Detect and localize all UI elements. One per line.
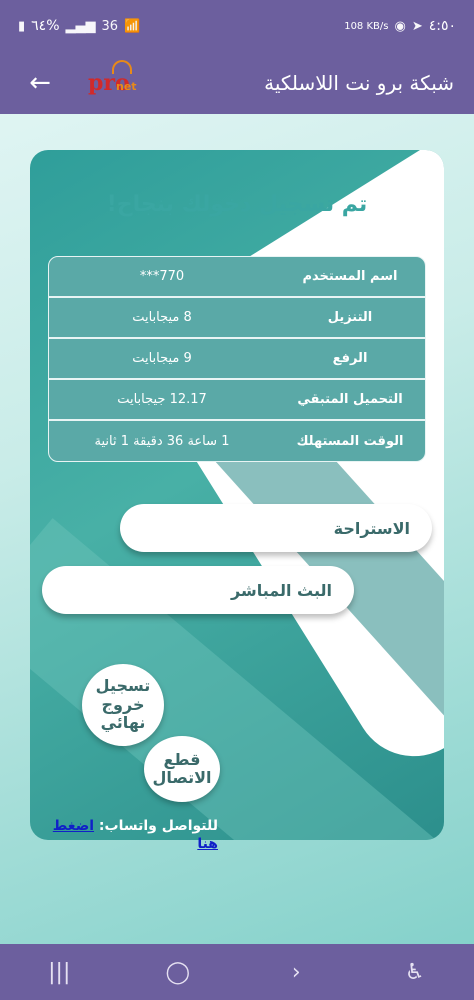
clock-text: ٤:٥٠ (428, 18, 456, 34)
info-table: اسم المستخدم 770*** التنزيل 8 ميجابايت ا… (48, 256, 426, 462)
signal-3g-label: 36 (101, 18, 119, 34)
back-chevron-icon[interactable]: › (266, 960, 326, 985)
table-row: اسم المستخدم 770*** (49, 257, 425, 298)
row-value: 770*** (139, 269, 185, 284)
success-title: تم تسجيل دخولك بنجاح! (106, 192, 368, 217)
notification-icon: ◉ (394, 18, 406, 34)
rest-button[interactable]: الاستراحة (120, 504, 432, 552)
logo-net: net (116, 80, 137, 93)
app-title: شبكة برو نت اللاسلكية (264, 71, 454, 95)
signal-icon: ▂▄▆ (65, 18, 96, 34)
contact-prefix: للتواصل واتساب: (98, 818, 218, 834)
nav-bar: ||| ◯ › ♿ (0, 944, 474, 1000)
row-value: 9 ميجابايت (132, 351, 192, 366)
logo: pro net (86, 58, 138, 104)
back-arrow-icon[interactable]: ← (20, 68, 60, 98)
row-label: الوقت المستهلك (296, 434, 404, 449)
logout-button[interactable]: تسجيل خروج نهائي (82, 664, 164, 746)
row-value: 1 ساعة 36 دقيقة 1 ثانية (94, 434, 230, 449)
battery-icon: ▮ (18, 18, 26, 34)
row-value: 8 ميجابايت (132, 310, 192, 325)
login-card (30, 150, 444, 840)
row-label: التحميل المتبقي (297, 392, 403, 407)
wifi-icon: 📶 (124, 18, 141, 34)
telegram-icon: ➤ (411, 18, 423, 34)
recent-apps-icon[interactable]: ||| (29, 960, 89, 985)
live-button[interactable]: البث المباشر (42, 566, 354, 614)
contact-text: للتواصل واتساب: اضغط هنا (38, 818, 218, 853)
status-left: ▮ ٦٤% ▂▄▆ 36 📶 (18, 18, 140, 34)
table-row: الرفع 9 ميجابايت (49, 339, 425, 380)
speed-text: 108 KB/s (344, 20, 389, 32)
app-bar: ← شبكة برو نت اللاسلكية (0, 52, 474, 114)
home-icon[interactable]: ◯ (148, 960, 208, 985)
accessibility-icon[interactable]: ♿ (385, 960, 445, 985)
row-label: اسم المستخدم (302, 269, 398, 284)
table-row: التنزيل 8 ميجابايت (49, 298, 425, 339)
battery-text: ٦٤% (31, 18, 60, 34)
status-right: 108 KB/s ◉ ➤ ٤:٥٠ (344, 18, 456, 34)
row-label: الرفع (332, 351, 368, 366)
table-row: الوقت المستهلك 1 ساعة 36 دقيقة 1 ثانية (49, 421, 425, 461)
table-row: التحميل المتبقي 12.17 جيجابايت (49, 380, 425, 421)
disconnect-button[interactable]: قطع الاتصال (144, 736, 220, 802)
row-value: 12.17 جيجابايت (117, 392, 207, 407)
status-bar: ▮ ٦٤% ▂▄▆ 36 📶 108 KB/s ◉ ➤ ٤:٥٠ (0, 0, 474, 52)
row-label: التنزيل (327, 310, 373, 325)
